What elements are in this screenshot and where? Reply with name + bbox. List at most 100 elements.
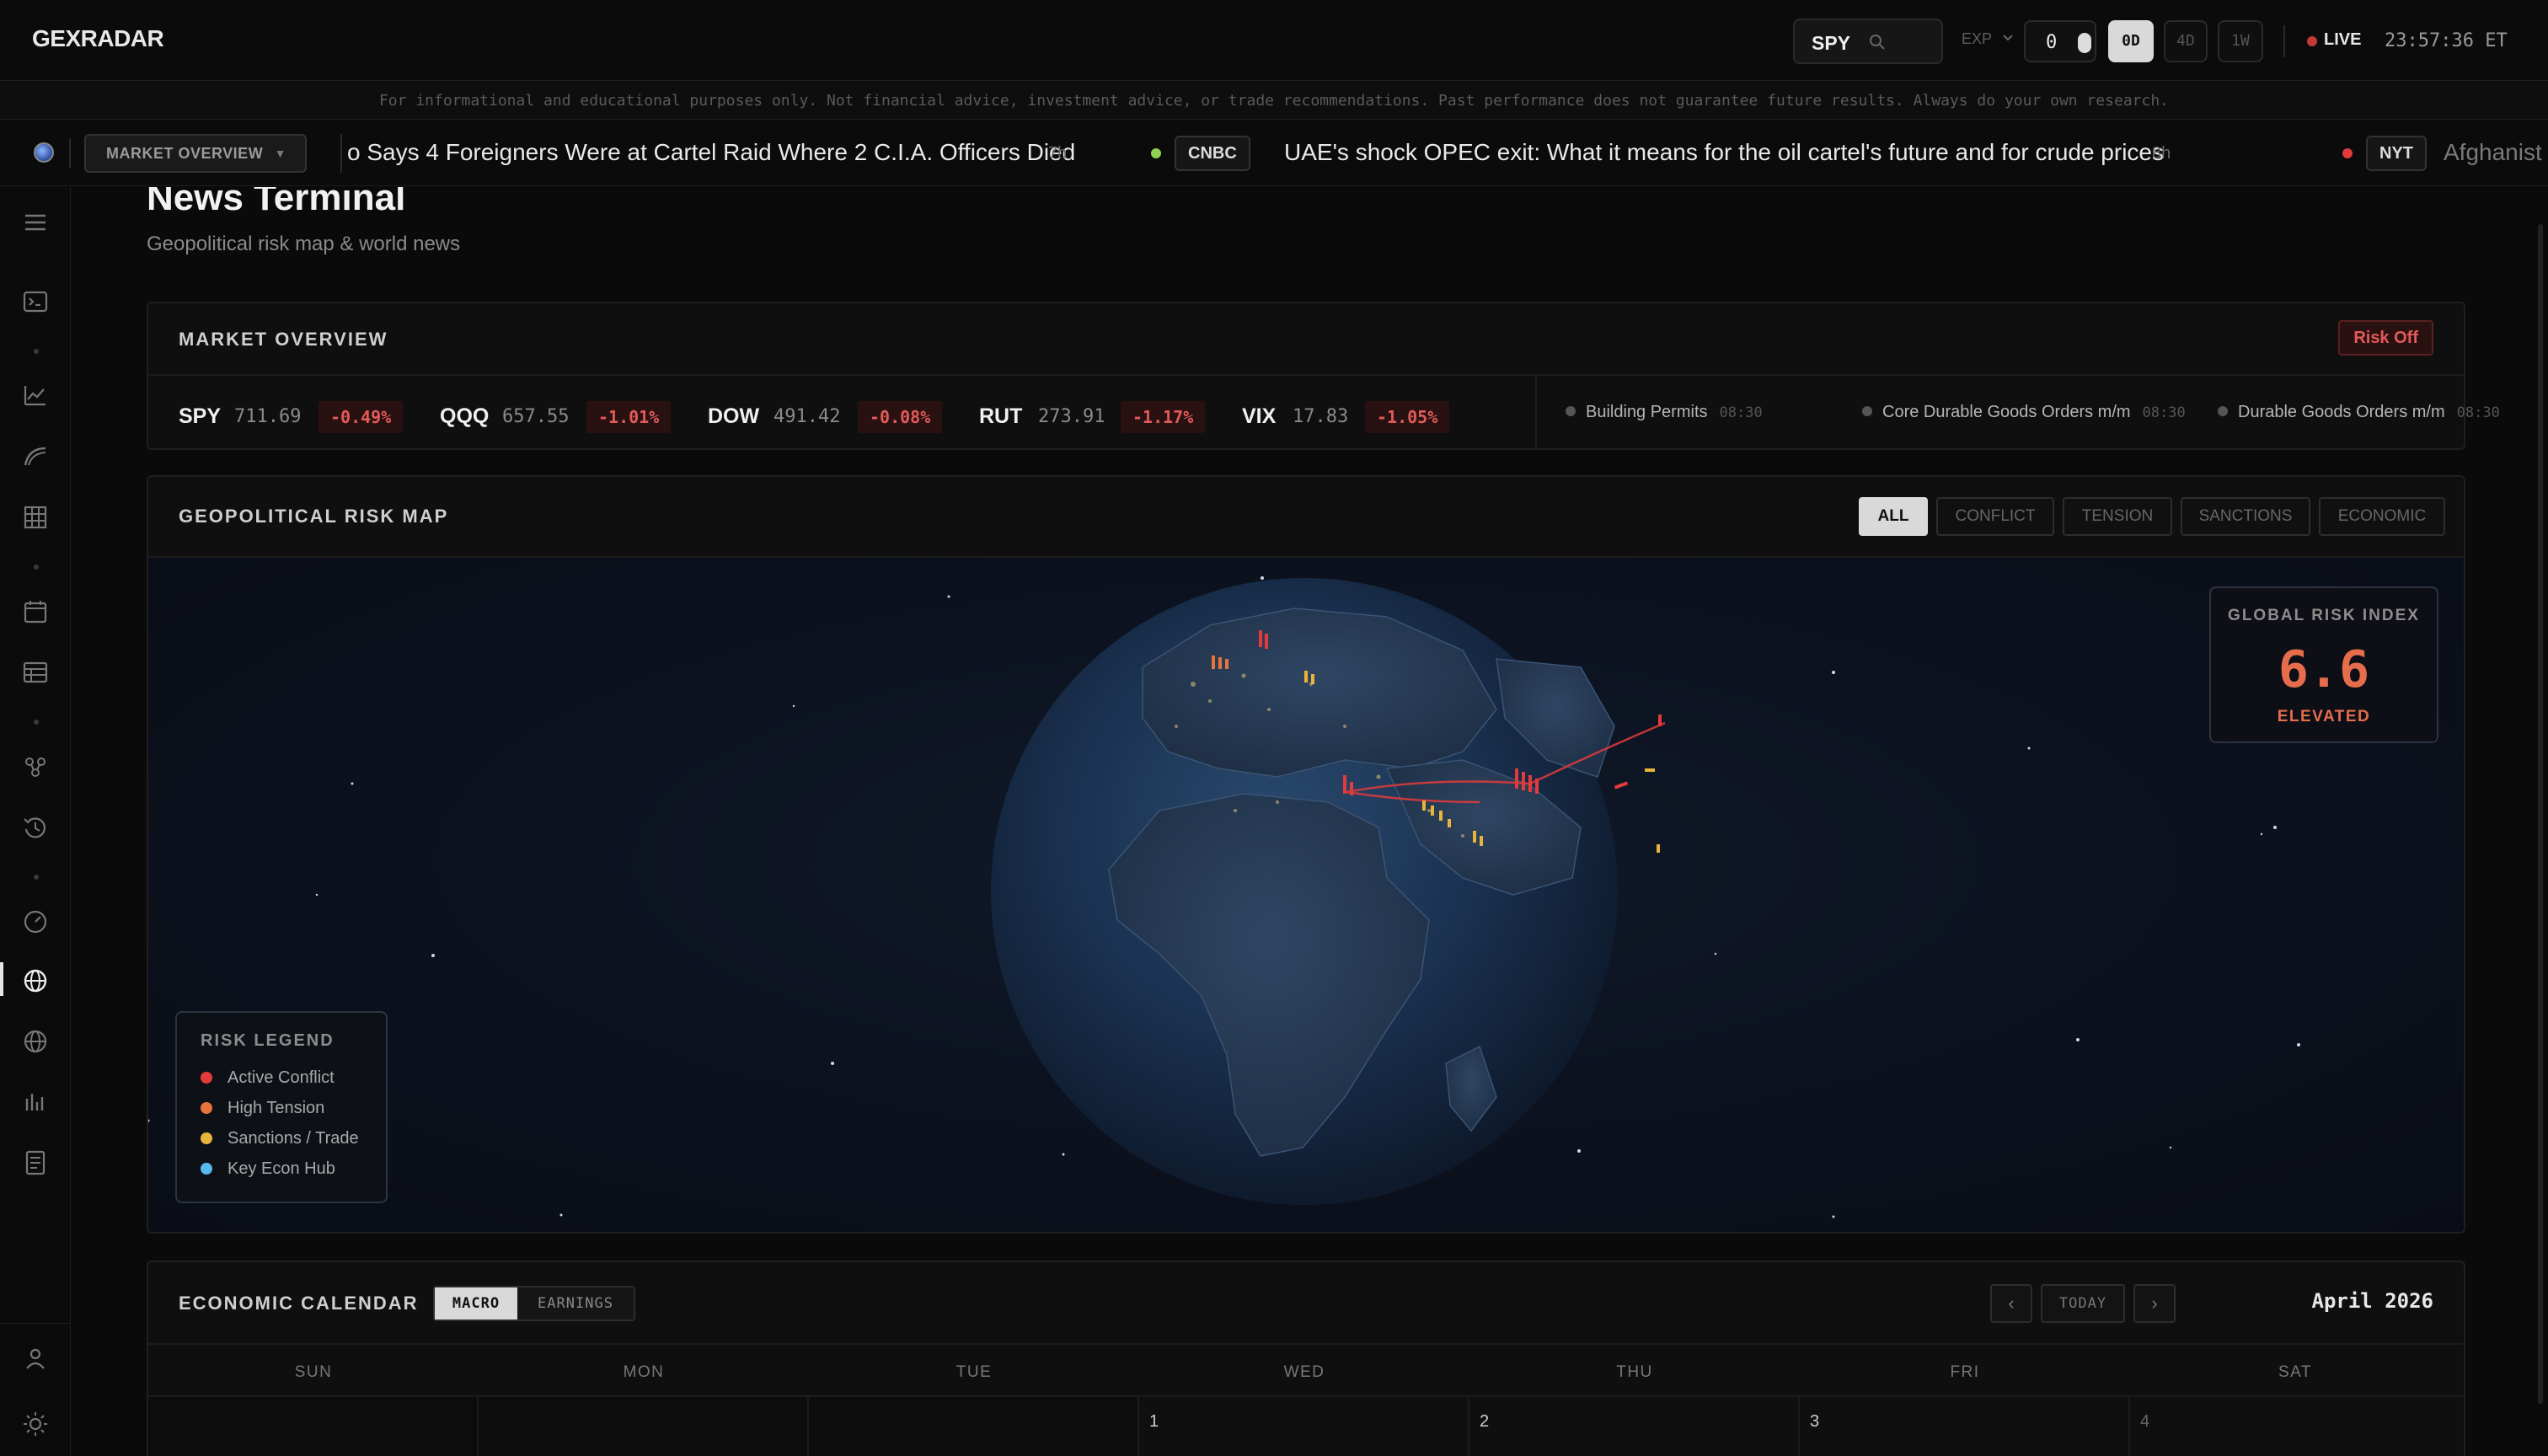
weekday-header: WED: [1283, 1363, 1325, 1381]
tab-macro[interactable]: MACRO: [435, 1287, 517, 1320]
exp-number-input[interactable]: 0: [2024, 20, 2096, 62]
exp-dropdown-label[interactable]: EXP: [1962, 30, 1992, 48]
event-time: 08:30: [1719, 404, 1763, 421]
quote-symbol: VIX: [1242, 404, 1277, 428]
quote-price: 711.69: [234, 406, 302, 427]
grid-icon[interactable]: [20, 502, 51, 533]
news-source-badge: NYT: [2366, 136, 2427, 171]
today-button[interactable]: TODAY: [2041, 1284, 2125, 1323]
stepper-icon[interactable]: [2078, 33, 2091, 53]
exp-number-value: 0: [2046, 32, 2058, 53]
calendar-icon[interactable]: [20, 597, 51, 627]
divider: [148, 374, 2464, 376]
page-scrollbar[interactable]: [2538, 224, 2543, 1404]
globe-map-canvas[interactable]: GLOBAL RISK INDEX 6.6 ELEVATED RISK LEGE…: [148, 558, 2464, 1232]
nodes-icon[interactable]: [20, 752, 51, 782]
calendar-day-cell[interactable]: [148, 1397, 479, 1456]
ticker-search-value: SPY: [1812, 32, 1851, 54]
global-risk-index-card: GLOBAL RISK INDEX 6.6 ELEVATED: [2209, 586, 2438, 743]
divider: [69, 139, 71, 168]
weekday-header: THU: [1616, 1363, 1653, 1381]
filter-conflict-button[interactable]: CONFLICT: [1936, 497, 2054, 536]
sidebar-separator-dot: [34, 349, 39, 354]
quote-symbol: QQQ: [440, 404, 490, 428]
news-ticker-item[interactable]: CNBC UAE's shock OPEC exit: What it mean…: [1151, 120, 2548, 185]
world-icon[interactable]: [20, 1026, 51, 1057]
menu-icon[interactable]: [20, 207, 51, 238]
calendar-type-toggle: MACRO EARNINGS: [433, 1286, 635, 1321]
range-0d-button[interactable]: 0D: [2108, 20, 2154, 62]
disclaimer-banner: For informational and educational purpos…: [0, 82, 2548, 120]
app-logo[interactable]: GEXRADAR: [32, 25, 164, 52]
quote-change-badge: -1.05%: [1365, 401, 1450, 433]
ticker-view-dropdown[interactable]: MARKET OVERVIEW ▼: [84, 134, 307, 173]
document-icon[interactable]: [20, 1148, 51, 1178]
panel-title: ECONOMIC CALENDAR: [179, 1293, 419, 1314]
calendar-day-cell[interactable]: [479, 1397, 809, 1456]
sidebar-separator-dot: [34, 875, 39, 880]
page-subtitle: Geopolitical risk map & world news: [147, 233, 461, 255]
news-age: 8h: [2152, 144, 2171, 163]
day-number: 3: [1810, 1412, 1820, 1431]
risk-index-value: 6.6: [2278, 640, 2370, 699]
live-label: LIVE: [2324, 30, 2362, 49]
news-headline[interactable]: Afghanist: [2444, 139, 2542, 166]
range-4d-button[interactable]: 4D: [2164, 20, 2208, 62]
tab-earnings[interactable]: EARNINGS: [517, 1287, 634, 1320]
ticker-search-input[interactable]: SPY: [1793, 19, 1943, 64]
filter-sanctions-button[interactable]: SANCTIONS: [2181, 497, 2310, 536]
curve-icon[interactable]: [20, 442, 51, 472]
event-status-dot: [1566, 406, 1576, 416]
legend-item: Sanctions / Trade: [201, 1129, 359, 1148]
day-number: 2: [1480, 1412, 1490, 1431]
econ-event-item[interactable]: Core Durable Goods Orders m/m 08:30: [1862, 403, 2186, 422]
main-content: News Terminal Geopolitical risk map & wo…: [71, 187, 2548, 1456]
news-ticker-bar: MARKET OVERVIEW ▼ o Says 4 Foreigners We…: [0, 120, 2548, 186]
day-number: 1: [1149, 1412, 1159, 1431]
legend-item: High Tension: [201, 1099, 324, 1118]
news-headline[interactable]: UAE's shock OPEC exit: What it means for…: [1284, 139, 2164, 166]
calendar-day-cell[interactable]: [809, 1397, 1139, 1456]
legend-item: Active Conflict: [201, 1068, 335, 1088]
terminal-icon[interactable]: [20, 286, 51, 317]
filter-economic-button[interactable]: ECONOMIC: [2319, 497, 2445, 536]
theme-toggle-icon[interactable]: [20, 1409, 51, 1439]
event-time: 08:30: [2456, 404, 2500, 421]
next-month-button[interactable]: ›: [2133, 1284, 2176, 1323]
news-ticker-item[interactable]: NYT Afghanist: [2342, 120, 2548, 185]
calendar-day-cell[interactable]: 4: [2130, 1397, 2460, 1456]
econ-event-item[interactable]: Durable Goods Orders m/m 08:30: [2218, 403, 2500, 422]
chart-line-icon[interactable]: [20, 381, 51, 411]
calendar-day-cell[interactable]: 3: [1800, 1397, 2130, 1456]
event-time: 08:30: [2142, 404, 2186, 421]
top-bar: GEXRADAR SPY EXP 0 0D 4D 1W LIVE 23:57:3…: [0, 0, 2548, 81]
filter-tension-button[interactable]: TENSION: [2063, 497, 2172, 536]
user-icon[interactable]: [20, 1343, 51, 1373]
quote-price: 491.42: [774, 406, 841, 427]
econ-event-item[interactable]: Building Permits 08:30: [1566, 403, 1763, 422]
legend-label: High Tension: [228, 1099, 325, 1117]
weekday-header: TUE: [956, 1363, 993, 1381]
risk-legend: RISK LEGEND Active Conflict High Tension…: [175, 1011, 388, 1203]
news-ticker-item[interactable]: o Says 4 Foreigners Were at Cartel Raid …: [342, 120, 1100, 185]
bar-chart-icon[interactable]: [20, 1087, 51, 1117]
calendar-day-cell[interactable]: 2: [1469, 1397, 1800, 1456]
table-icon[interactable]: [20, 657, 51, 688]
event-status-dot: [2218, 406, 2228, 416]
globe-map-svg: [148, 576, 2300, 1218]
event-name: Building Permits: [1586, 403, 1708, 421]
gauge-icon[interactable]: [20, 907, 51, 937]
quote-price: 657.55: [502, 406, 570, 427]
prev-month-button[interactable]: ‹: [1990, 1284, 2032, 1323]
filter-all-button[interactable]: ALL: [1859, 497, 1928, 536]
news-headline[interactable]: o Says 4 Foreigners Were at Cartel Raid …: [347, 139, 1075, 166]
geopolitical-risk-map-panel: GEOPOLITICAL RISK MAP ALL CONFLICT TENSI…: [147, 475, 2465, 1234]
chevron-down-icon[interactable]: [2000, 30, 2015, 46]
history-icon[interactable]: [20, 812, 51, 843]
news-ticker-scroll: o Says 4 Foreigners Were at Cartel Raid …: [342, 120, 2548, 185]
weekday-header: SAT: [2278, 1363, 2313, 1381]
globe-icon[interactable]: [20, 966, 51, 996]
ticker-view-dropdown-label: MARKET OVERVIEW: [106, 145, 264, 162]
calendar-day-cell[interactable]: 1: [1139, 1397, 1469, 1456]
range-1w-button[interactable]: 1W: [2218, 20, 2263, 62]
